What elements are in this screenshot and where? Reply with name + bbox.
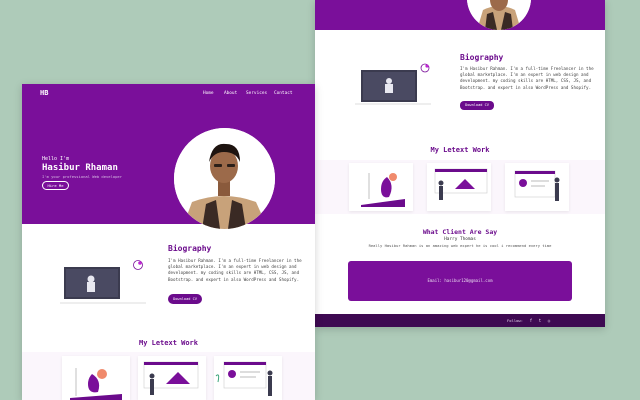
footer: Follow: f t ◎: [315, 314, 605, 327]
testimonial-quote: Really Hasibur Rahman is an amazing web …: [368, 243, 552, 248]
website-screenshot-top: HB Home About Services Contact Hello I'm…: [22, 84, 315, 400]
hero-greeting: Hello I'm: [42, 156, 70, 162]
download-cv-button[interactable]: Download CV: [168, 294, 202, 304]
hero-name: Hasibur Rhaman: [42, 163, 118, 173]
hire-me-button[interactable]: Hire Me: [42, 181, 69, 190]
nav-about[interactable]: About: [224, 91, 237, 96]
nav-services[interactable]: Services: [246, 91, 267, 96]
instagram-icon[interactable]: ◎: [546, 318, 552, 323]
testimonial-name: Harry Thomas: [444, 237, 476, 242]
biography-title: Biography: [168, 244, 212, 253]
contact-box: Email: hasibur120@gmail.com: [348, 261, 572, 301]
work-section-title: My Letext Work: [430, 146, 490, 154]
monitor-illustration: [60, 260, 146, 304]
site-logo[interactable]: HB: [40, 89, 48, 97]
work-section-title: My Letext Work: [138, 339, 198, 347]
hero-section: [315, 0, 605, 30]
testimonial-title: What Client Are Say: [422, 228, 498, 236]
hero-section: [22, 84, 315, 224]
download-cv-button[interactable]: Download CV: [460, 101, 494, 110]
work-card-2[interactable]: [427, 163, 491, 211]
biography-title: Biography: [460, 53, 504, 62]
work-card-3[interactable]: [214, 356, 282, 400]
work-card-1[interactable]: [62, 356, 130, 400]
twitter-icon[interactable]: t: [537, 318, 543, 323]
website-screenshot-scrolled: Biography I'm Hasibur Rahman. I'm a full…: [315, 0, 605, 327]
work-card-2[interactable]: [138, 356, 206, 400]
nav-contact[interactable]: Contact: [274, 91, 293, 96]
work-card-1[interactable]: [349, 163, 413, 211]
biography-text: I'm Hasibur Rahman. I'm a full-time Free…: [168, 258, 302, 282]
contact-email[interactable]: Email: hasibur120@gmail.com: [427, 278, 492, 283]
hero-subtitle: I'm your professional Web developer: [42, 174, 123, 179]
facebook-icon[interactable]: f: [528, 318, 534, 323]
follow-label: Follow:: [507, 318, 524, 323]
profile-photo: [174, 128, 275, 229]
nav-home[interactable]: Home: [203, 91, 214, 96]
work-card-3[interactable]: [505, 163, 569, 211]
biography-text: I'm Hasibur Rahman. I'm a full-time Free…: [460, 66, 594, 90]
monitor-illustration: [355, 63, 431, 105]
